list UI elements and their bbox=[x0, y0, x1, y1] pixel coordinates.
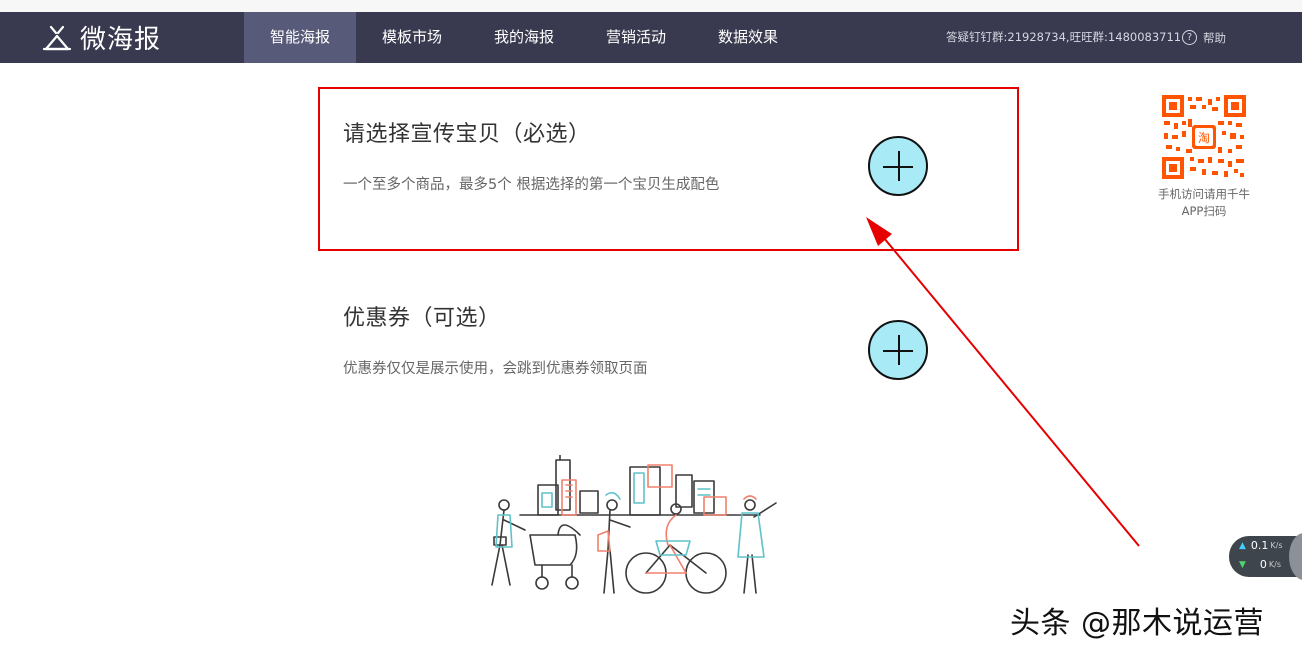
speed-widget-handle[interactable] bbox=[1289, 533, 1302, 580]
upload-arrow-icon: ▲ bbox=[1239, 540, 1246, 551]
qr-caption: 手机访问请用千牛 APP扫码 bbox=[1148, 186, 1260, 220]
qr-caption-line2: APP扫码 bbox=[1181, 204, 1227, 218]
city-people-illustration bbox=[491, 455, 777, 594]
download-speed-value: 0 bbox=[1259, 558, 1267, 571]
download-speed-unit: K/s bbox=[1268, 560, 1282, 569]
network-speed-widget[interactable]: ▲ 0.1 K/s ▼ 0 K/s bbox=[1229, 533, 1302, 580]
download-arrow-icon: ▼ bbox=[1239, 559, 1246, 570]
qr-caption-line1: 手机访问请用千牛 bbox=[1158, 187, 1250, 201]
upload-speed-unit: K/s bbox=[1270, 541, 1283, 550]
qr-code-image: 淘 bbox=[1162, 95, 1246, 179]
watermark-text: 头条 @那木说运营 bbox=[1010, 606, 1265, 641]
qr-center-logo: 淘 bbox=[1198, 131, 1210, 145]
upload-speed-value: 0.1 bbox=[1250, 539, 1269, 552]
